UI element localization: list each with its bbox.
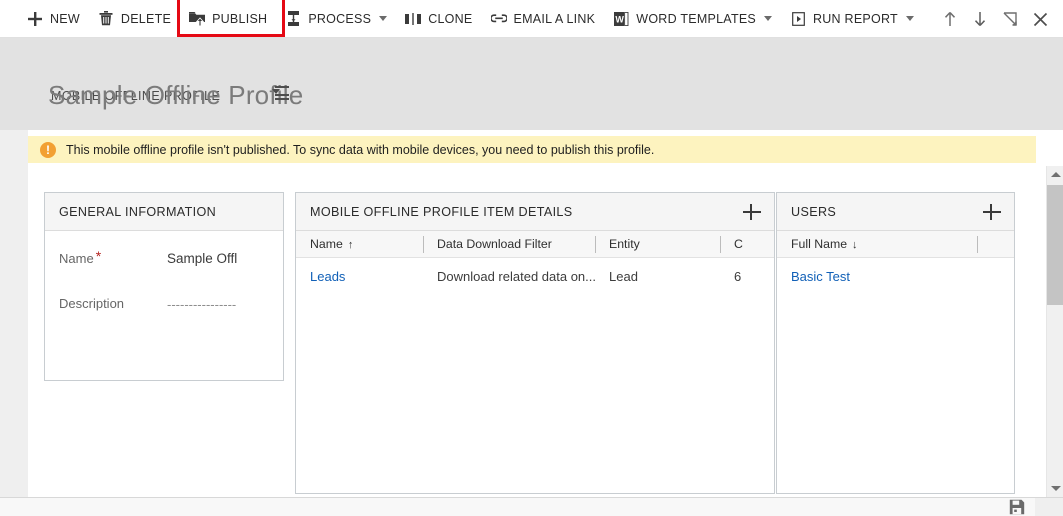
command-publish[interactable]: PUBLISH	[177, 0, 286, 38]
section-general-information-title: GENERAL INFORMATION	[59, 204, 217, 219]
field-description-value[interactable]: ----------------	[167, 294, 267, 312]
command-new-label: NEW	[50, 11, 80, 26]
command-word-templates-label: WORD TEMPLATES	[636, 11, 756, 26]
sort-ascending-icon: ↑	[347, 238, 354, 251]
save-floppy-icon[interactable]	[1009, 499, 1025, 515]
column-header-data-download-filter[interactable]: Data Download Filter	[423, 231, 595, 258]
command-process-label: PROCESS	[308, 11, 372, 26]
notification-message: This mobile offline profile isn't publis…	[66, 142, 655, 157]
subgrid-users-header: USERS	[777, 193, 1014, 231]
required-marker: *	[95, 248, 102, 264]
field-name-label-text: Name	[59, 251, 94, 266]
column-header-full-name[interactable]: Full Name ↓	[777, 231, 977, 258]
footer-right-gutter	[1035, 498, 1063, 516]
field-description-label: Description	[59, 296, 125, 311]
record-set-menu-icon[interactable]	[272, 86, 292, 104]
cell-name[interactable]: Leads	[296, 269, 423, 284]
process-icon	[285, 11, 301, 27]
command-delete-label: DELETE	[120, 11, 172, 26]
clone-icon	[405, 11, 422, 27]
command-clone[interactable]: CLONE	[396, 0, 481, 38]
close-icon[interactable]	[1025, 0, 1055, 38]
add-plus-icon[interactable]	[982, 202, 1002, 222]
chevron-down-icon	[379, 16, 388, 21]
publish-upload-icon	[189, 11, 206, 27]
table-row[interactable]: Leads Download related data on... Lead 6	[296, 258, 774, 294]
crm-record-page: NEW DELETE PUBLISH PROCESS CLONE EMAIL A…	[0, 0, 1063, 516]
command-bar-right-actions	[935, 0, 1055, 38]
command-publish-label: PUBLISH	[212, 11, 268, 26]
section-general-information-header: GENERAL INFORMATION	[45, 193, 283, 231]
link-icon	[490, 11, 507, 27]
command-run-report[interactable]: RUN REPORT	[781, 0, 923, 38]
command-new[interactable]: NEW	[18, 0, 89, 38]
sort-descending-icon: ↓	[852, 238, 858, 251]
column-header-full-name-label: Full Name	[791, 236, 848, 251]
svg-text:W: W	[615, 14, 624, 24]
column-header-entity[interactable]: Entity	[595, 231, 720, 258]
cell-data-download-filter: Download related data on...	[437, 268, 595, 284]
body-left-gutter	[0, 130, 28, 497]
command-email-a-link[interactable]: EMAIL A LINK	[482, 0, 605, 38]
header-left-gutter	[0, 38, 28, 130]
command-clone-label: CLONE	[428, 11, 473, 26]
cell-created: 6	[734, 268, 742, 284]
page-header: MOBILE OFFLINE PROFILE Sample Offline Pr…	[0, 38, 1063, 130]
column-header-data-download-filter-label: Data Download Filter	[437, 236, 552, 251]
cell-entity: Lead	[609, 268, 638, 284]
command-delete[interactable]: DELETE	[89, 0, 180, 38]
form-canvas: GENERAL INFORMATION Name * Sample Offl De…	[28, 166, 1036, 497]
section-general-information: GENERAL INFORMATION Name * Sample Offl De…	[44, 192, 284, 381]
word-doc-icon: W	[613, 11, 629, 27]
previous-record-up-arrow-icon[interactable]	[935, 0, 965, 38]
add-plus-icon[interactable]	[742, 202, 762, 222]
command-run-report-label: RUN REPORT	[813, 11, 898, 26]
scroll-down-arrow-icon[interactable]	[1047, 480, 1063, 497]
field-name-label: Name *	[59, 249, 167, 266]
subgrid-profile-item-details-title: MOBILE OFFLINE PROFILE ITEM DETAILS	[310, 204, 573, 219]
plus-icon	[27, 11, 43, 27]
column-header-name-label: Name	[310, 236, 343, 251]
vertical-scrollbar[interactable]	[1046, 166, 1063, 497]
chevron-down-icon	[764, 16, 772, 21]
field-description-row: Description ----------------	[45, 294, 283, 339]
subgrid-profile-item-details: MOBILE OFFLINE PROFILE ITEM DETAILS Name…	[295, 192, 775, 494]
column-header-entity-label: Entity	[609, 236, 640, 251]
field-name-value[interactable]: Sample Offl	[167, 249, 267, 266]
subgrid-items-column-headers: Name ↑ Data Download Filter Entity C	[296, 231, 774, 258]
column-header-users-blank[interactable]	[977, 231, 1014, 258]
notification-area: ! This mobile offline profile isn't publ…	[28, 130, 1036, 166]
page-title: Sample Offline Profile	[48, 80, 304, 110]
pop-out-icon[interactable]	[995, 0, 1025, 38]
subgrid-users-title: USERS	[791, 204, 837, 219]
general-information-fields: Name * Sample Offl Description ----------…	[45, 231, 283, 339]
command-bar: NEW DELETE PUBLISH PROCESS CLONE EMAIL A…	[0, 0, 1063, 38]
column-header-created[interactable]: C	[720, 231, 774, 258]
status-footer	[0, 497, 1063, 516]
publish-warning-banner: ! This mobile offline profile isn't publ…	[28, 136, 1036, 163]
cell-full-name[interactable]: Basic Test	[777, 269, 977, 284]
warning-icon: !	[40, 141, 56, 158]
scroll-thumb[interactable]	[1047, 185, 1063, 305]
subgrid-users: USERS Full Name ↓ Basic Test	[776, 192, 1015, 494]
scroll-up-arrow-icon[interactable]	[1047, 166, 1063, 183]
command-process[interactable]: PROCESS	[276, 0, 396, 38]
subgrid-profile-item-details-header: MOBILE OFFLINE PROFILE ITEM DETAILS	[296, 193, 774, 231]
table-row[interactable]: Basic Test	[777, 258, 1014, 294]
command-word-templates[interactable]: W WORD TEMPLATES	[604, 0, 781, 38]
next-record-down-arrow-icon[interactable]	[965, 0, 995, 38]
column-header-name[interactable]: Name ↑	[296, 231, 423, 258]
column-header-created-label: C	[734, 236, 743, 251]
command-email-a-link-label: EMAIL A LINK	[513, 11, 596, 26]
field-name-row: Name * Sample Offl	[45, 249, 283, 294]
chevron-down-icon	[905, 16, 914, 21]
trash-icon	[98, 11, 114, 27]
subgrid-users-column-headers: Full Name ↓	[777, 231, 1014, 258]
run-report-icon	[790, 11, 806, 27]
